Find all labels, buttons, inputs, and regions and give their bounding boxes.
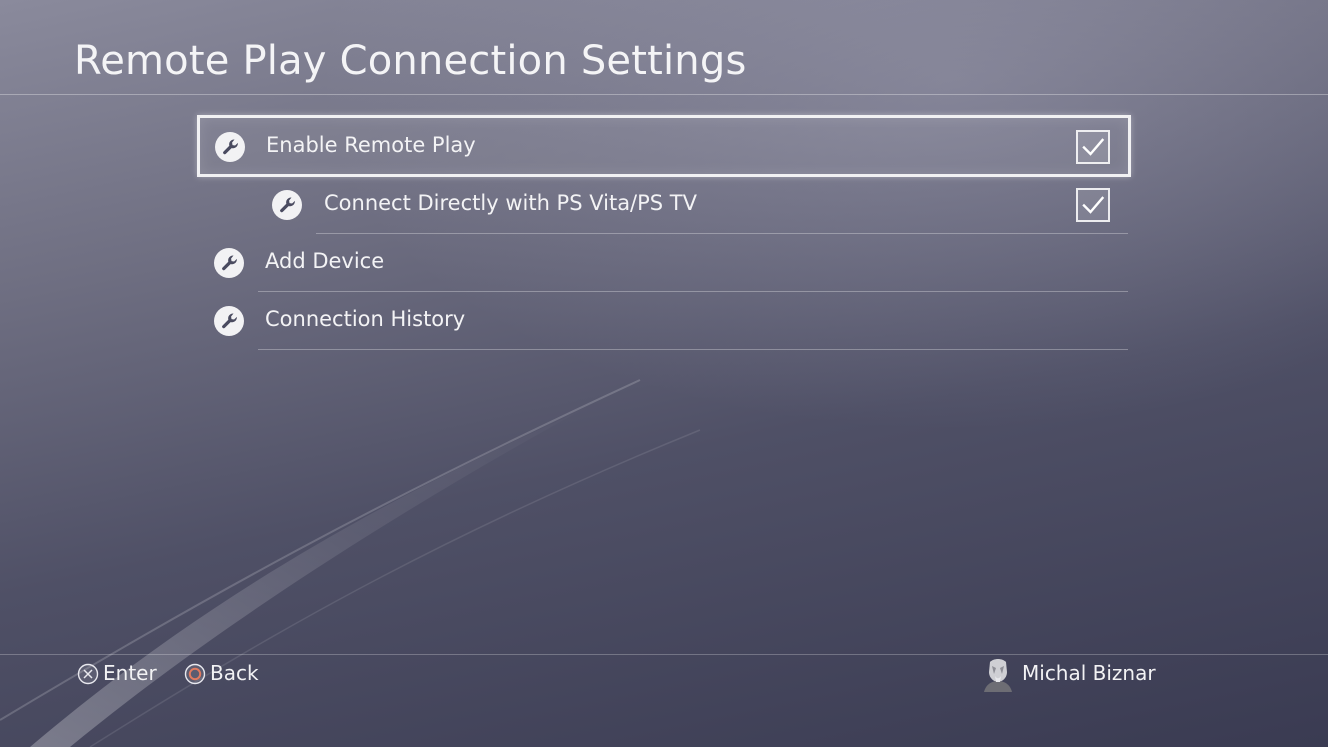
row-divider xyxy=(316,233,1128,234)
row-divider xyxy=(258,291,1128,292)
footer-divider xyxy=(0,654,1328,655)
circle-button-icon xyxy=(184,663,206,690)
menu-item-label: Connect Directly with PS Vita/PS TV xyxy=(324,191,697,215)
menu-item-connection-history[interactable]: Connection History xyxy=(200,293,1128,350)
user-profile: Michal Biznar xyxy=(980,656,1180,692)
title-divider xyxy=(0,94,1328,95)
background-swoosh xyxy=(0,379,701,747)
back-hint-label: Back xyxy=(210,661,259,685)
enter-hint-label: Enter xyxy=(103,661,157,685)
row-divider xyxy=(258,349,1128,350)
page-title: Remote Play Connection Settings xyxy=(74,38,747,84)
enable-remote-play-checkbox[interactable] xyxy=(1076,130,1110,164)
menu-item-label: Enable Remote Play xyxy=(266,133,476,157)
back-hint[interactable]: Back xyxy=(184,661,264,687)
wrench-icon xyxy=(214,248,244,278)
menu-item-add-device[interactable]: Add Device xyxy=(200,235,1128,292)
menu-item-label: Connection History xyxy=(265,307,466,331)
wrench-icon xyxy=(215,132,245,162)
avatar xyxy=(980,656,1016,692)
user-name: Michal Biznar xyxy=(1022,661,1156,685)
menu-item-enable-remote-play[interactable]: Enable Remote Play xyxy=(197,115,1131,177)
menu-item-label: Add Device xyxy=(265,249,385,273)
enter-hint[interactable]: Enter xyxy=(77,661,167,687)
connect-directly-checkbox[interactable] xyxy=(1076,188,1110,222)
cross-button-icon xyxy=(77,663,99,690)
wrench-icon xyxy=(214,306,244,336)
menu-item-connect-directly[interactable]: Connect Directly with PS Vita/PS TV xyxy=(258,177,1128,234)
wrench-icon xyxy=(272,190,302,220)
